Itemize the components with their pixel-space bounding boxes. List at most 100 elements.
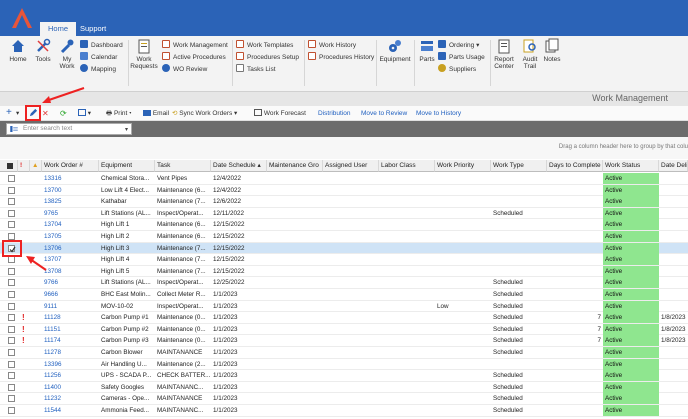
table-row[interactable]: 11278 Carbon Blower MAINTANANCE 1/1/2023 Sch… bbox=[0, 347, 688, 359]
work-forecast-button[interactable]: Work Forecast bbox=[254, 108, 306, 119]
work-requests-button[interactable]: Work Requests bbox=[130, 38, 158, 70]
row-checkbox[interactable] bbox=[8, 233, 15, 240]
move-to-review-link[interactable]: Move to Review bbox=[361, 108, 407, 119]
table-row[interactable]: ! 11151 Carbon Pump #2 Maintenance (0... 1/1… bbox=[0, 323, 688, 336]
column-date-delivered[interactable]: Date Deli bbox=[659, 160, 688, 172]
parts-usage-button[interactable]: Parts Usage bbox=[438, 52, 485, 63]
my-work-button[interactable]: My Work bbox=[56, 38, 78, 70]
row-checkbox[interactable] bbox=[8, 372, 15, 380]
table-row[interactable]: ! 11174 Carbon Pump #3 Maintenance (0... 1/1… bbox=[0, 335, 688, 347]
table-row[interactable]: 9765 Lift Stations (AL... Inspect/Operat..… bbox=[0, 207, 688, 220]
add-button[interactable]: + bbox=[6, 108, 12, 119]
work-order-cell[interactable]: 9666 bbox=[42, 289, 99, 300]
work-order-cell[interactable]: 11256 bbox=[42, 370, 99, 381]
table-row[interactable]: 9666 BHC East Molin... Collect Meter R... 1… bbox=[0, 289, 688, 301]
sync-work-orders-button[interactable]: ⟲ Sync Work Orders ▾ bbox=[172, 108, 237, 119]
row-checkbox[interactable] bbox=[8, 186, 15, 194]
tasks-list-button[interactable]: Tasks List bbox=[236, 64, 276, 75]
row-checkbox[interactable] bbox=[8, 349, 15, 356]
table-row[interactable]: 11232 Cameras - Ope... MAINTANANCE 1/1/2023… bbox=[0, 393, 688, 405]
add-dropdown-icon[interactable]: ▾ bbox=[16, 108, 19, 119]
work-order-cell[interactable]: 11174 bbox=[42, 335, 99, 346]
select-all-header[interactable] bbox=[0, 160, 18, 172]
move-to-history-link[interactable]: Move to History bbox=[416, 108, 461, 119]
work-order-cell[interactable]: 13704 bbox=[42, 219, 99, 230]
search-input[interactable]: Enter search text ▾ bbox=[6, 123, 132, 135]
report-center-button[interactable]: Report Center bbox=[492, 38, 516, 70]
row-checkbox[interactable] bbox=[8, 256, 15, 264]
column-days-to-complete[interactable]: Days to Complete bbox=[547, 160, 603, 172]
distribution-link[interactable]: Distribution bbox=[318, 108, 351, 119]
tab-home[interactable]: Home bbox=[40, 22, 77, 36]
row-checkbox[interactable] bbox=[8, 314, 15, 322]
group-by-area[interactable]: Drag a column header here to group by th… bbox=[0, 137, 688, 159]
layout-button[interactable]: ▾ bbox=[78, 108, 91, 119]
row-checkbox[interactable] bbox=[8, 279, 15, 287]
tab-support[interactable]: Support bbox=[72, 22, 114, 36]
equipment-button[interactable]: Equipment bbox=[378, 38, 412, 63]
delete-button[interactable]: ✕ bbox=[42, 108, 49, 119]
work-order-cell[interactable]: 13708 bbox=[42, 266, 99, 277]
alert-column-header[interactable]: ! bbox=[18, 160, 30, 172]
work-order-cell[interactable]: 11151 bbox=[42, 324, 99, 335]
row-checkbox[interactable] bbox=[8, 360, 15, 368]
column-work-type[interactable]: Work Type bbox=[491, 160, 547, 172]
work-order-cell[interactable]: 11128 bbox=[42, 312, 99, 323]
column-work-status[interactable]: Work Status bbox=[603, 160, 659, 172]
work-order-cell[interactable]: 13707 bbox=[42, 254, 99, 265]
column-labor-class[interactable]: Labor Class bbox=[379, 160, 435, 172]
procedures-history-button[interactable]: Procedures History bbox=[308, 52, 374, 63]
work-order-cell[interactable]: 9766 bbox=[42, 277, 99, 288]
table-row[interactable]: 11544 Ammonia Feed... MAINTANANC... 1/1/202… bbox=[0, 405, 688, 417]
work-order-cell[interactable]: 13705 bbox=[42, 231, 99, 242]
row-checkbox[interactable] bbox=[8, 325, 15, 333]
row-checkbox[interactable] bbox=[8, 383, 15, 391]
home-button[interactable]: Home bbox=[6, 38, 30, 63]
row-checkbox[interactable] bbox=[8, 198, 15, 206]
row-checkbox[interactable] bbox=[8, 175, 15, 182]
row-checkbox[interactable] bbox=[8, 407, 15, 414]
table-row[interactable]: 13316 Chemical Stora... Vent Pipes 12/4/202… bbox=[0, 173, 688, 185]
table-row[interactable]: 13704 High Lift 1 Maintenance (6... 12/15/2… bbox=[0, 219, 688, 231]
parts-button[interactable]: Parts bbox=[416, 38, 438, 63]
table-row[interactable]: 13705 High Lift 2 Maintenance (6... 12/15/2… bbox=[0, 231, 688, 243]
work-order-cell[interactable]: 13316 bbox=[42, 173, 99, 184]
work-order-cell[interactable]: 9111 bbox=[42, 301, 99, 312]
tools-button[interactable]: Tools bbox=[32, 38, 54, 63]
print-button[interactable]: 🖶 Print ▾ bbox=[106, 108, 132, 119]
column-date-schedule[interactable]: Date Schedule ▴ bbox=[211, 160, 267, 172]
row-checkbox[interactable] bbox=[8, 221, 15, 229]
column-task[interactable]: Task bbox=[155, 160, 211, 172]
table-row[interactable]: 11400 Safety Googles MAINTANANC... 1/1/2023… bbox=[0, 381, 688, 394]
table-row[interactable]: 13706 High Lift 3 Maintenance (7... 12/15/2… bbox=[0, 242, 688, 255]
table-row[interactable]: 9766 Lift Stations (AL... Inspect/Operat..… bbox=[0, 277, 688, 289]
column-work-priority[interactable]: Work Priority bbox=[435, 160, 491, 172]
work-order-cell[interactable]: 9765 bbox=[42, 208, 99, 219]
refresh-icon[interactable]: ⟳ bbox=[60, 108, 67, 119]
warning-column-header[interactable]: ▲ bbox=[30, 160, 42, 172]
work-order-cell[interactable]: 11544 bbox=[42, 405, 99, 416]
row-checkbox[interactable] bbox=[8, 209, 15, 217]
active-procedures-button[interactable]: Active Procedures bbox=[162, 52, 226, 63]
column-work-order[interactable]: Work Order # bbox=[42, 160, 99, 172]
table-row[interactable]: 9111 MOV-10-02 Inspect/Operat... 1/1/2023 Lo… bbox=[0, 300, 688, 313]
wo-review-button[interactable]: WO Review bbox=[162, 64, 207, 75]
column-equipment[interactable]: Equipment bbox=[99, 160, 155, 172]
work-management-button[interactable]: Work Management bbox=[162, 40, 228, 51]
table-row[interactable]: ! 11128 Carbon Pump #1 Maintenance (0... 1/1… bbox=[0, 312, 688, 324]
search-dropdown-icon[interactable]: ▾ bbox=[125, 125, 128, 135]
work-order-cell[interactable]: 11232 bbox=[42, 393, 99, 404]
table-row[interactable]: 13707 High Lift 4 Maintenance (7... 12/15/2… bbox=[0, 254, 688, 266]
ordering-button[interactable]: Ordering ▾ bbox=[438, 40, 479, 51]
table-row[interactable]: 11256 UPS - SCADA P... CHECK BATTER... 1/1/… bbox=[0, 370, 688, 382]
mapping-button[interactable]: Mapping bbox=[80, 64, 116, 75]
work-history-button[interactable]: Work History bbox=[308, 40, 356, 51]
work-order-cell[interactable]: 13700 bbox=[42, 185, 99, 196]
table-row[interactable]: 13825 Kathabar Maintenance (7... 12/6/2022 A… bbox=[0, 196, 688, 208]
select-all-checkbox[interactable] bbox=[7, 163, 13, 169]
work-order-cell[interactable]: 13825 bbox=[42, 196, 99, 207]
notes-button[interactable]: Notes bbox=[542, 38, 562, 63]
column-assigned-user[interactable]: Assigned User bbox=[323, 160, 379, 172]
procedures-setup-button[interactable]: Procedures Setup bbox=[236, 52, 299, 63]
audit-trail-button[interactable]: Audit Trail bbox=[520, 38, 540, 70]
